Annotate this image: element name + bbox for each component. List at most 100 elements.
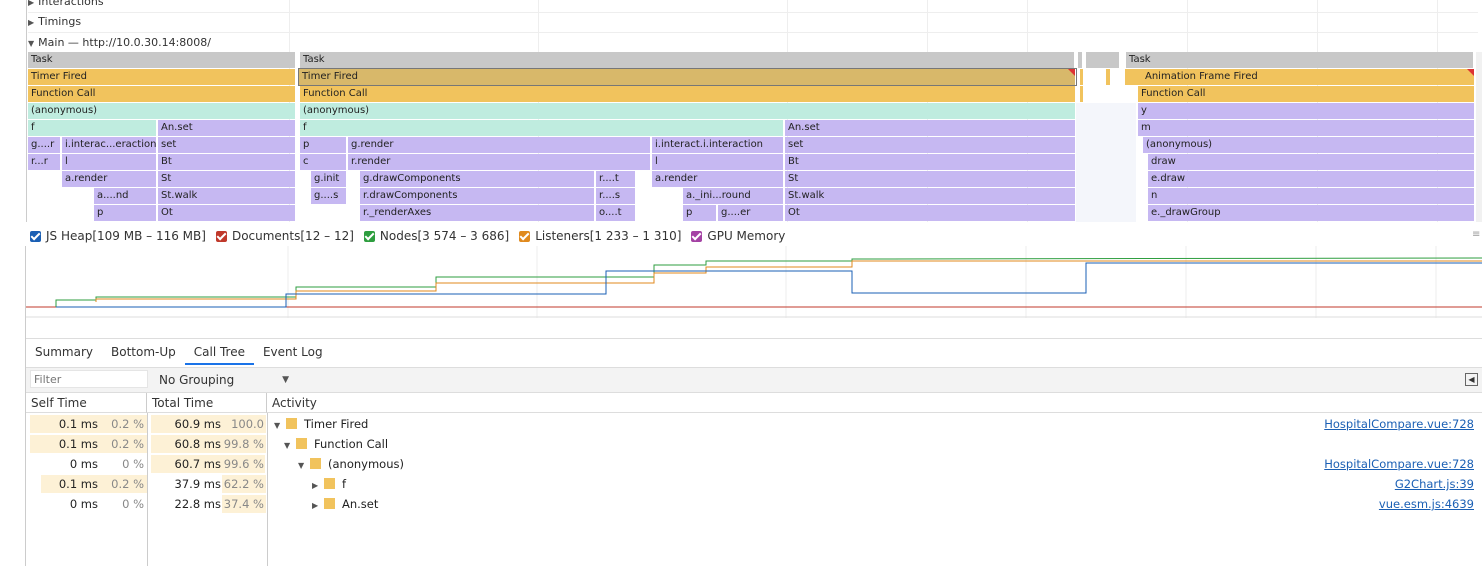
flame-event[interactable] [1080,86,1084,102]
menu-icon[interactable]: ≡ [1472,230,1482,240]
flame-function-call[interactable]: Function Call [28,86,296,102]
flame-call[interactable]: r.render [348,154,651,170]
flame-call[interactable]: r...r [28,154,61,170]
checkbox[interactable] [215,230,227,242]
checkbox[interactable] [691,230,703,242]
flame-call[interactable]: a.render [62,171,157,187]
flame-call[interactable]: r....s [596,188,636,204]
sidebar-toggle-icon[interactable]: ◀ [1465,373,1478,386]
flame-call[interactable]: set [785,137,1076,153]
flame-y[interactable]: y [1138,103,1475,119]
flame-anonymous[interactable]: (anonymous) [28,103,296,119]
track-timings[interactable]: ▶ Timings [28,12,1478,33]
checkbox[interactable] [363,230,375,242]
flame-call[interactable]: p [300,137,347,153]
flame-call[interactable]: St.walk [785,188,1076,204]
legend-js-heap[interactable]: JS Heap[109 MB – 116 MB] [30,229,206,243]
flame-call[interactable]: g....er [718,205,784,221]
flame-function-call[interactable]: Function Call [300,86,1076,102]
legend-gpu-memory[interactable]: GPU Memory [691,229,785,243]
source-link[interactable]: HospitalCompare.vue:728 [1324,455,1474,473]
flame-call[interactable]: g.init [311,171,347,187]
flame-call[interactable]: g....r [28,137,61,153]
flame-call[interactable]: n [1148,188,1475,204]
flame-call[interactable]: g....s [311,188,347,204]
flame-scrollbar[interactable] [1476,52,1482,222]
flame-call[interactable]: Bt [785,154,1076,170]
flame-call[interactable]: Bt [158,154,296,170]
flame-call[interactable]: p [94,205,157,221]
tab-bottom-up[interactable]: Bottom-Up [102,341,185,365]
flame-call[interactable]: g.drawComponents [360,171,595,187]
flame-call[interactable]: a.render [652,171,784,187]
flame-f[interactable]: f [28,120,157,136]
flame-m[interactable]: m [1138,120,1475,136]
flame-call[interactable]: a._ini...round [683,188,784,204]
tab-summary[interactable]: Summary [26,341,102,365]
flame-event[interactable] [1080,69,1084,85]
flame-call[interactable]: set [158,137,296,153]
flame-call[interactable]: i.interact.i.interaction [652,137,784,153]
track-main[interactable]: ▼ Main — http://10.0.30.14:8008/ [28,33,1478,53]
flame-call[interactable]: St [785,171,1076,187]
grouping-select[interactable]: No Grouping ▼ [159,368,289,392]
flame-call[interactable]: l [652,154,784,170]
flame-anset[interactable]: An.set [158,120,296,136]
checkbox[interactable] [519,230,531,242]
source-link[interactable]: G2Chart.js:39 [1395,475,1474,493]
legend-listeners[interactable]: Listeners[1 233 – 1 310] [519,229,681,243]
flame-chart[interactable]: Task Task Task Timer Fired Timer Fired A… [28,52,1478,222]
col-self-time[interactable]: Self Time [26,393,147,413]
source-link[interactable]: vue.esm.js:4639 [1379,495,1474,513]
flame-event[interactable] [1106,69,1111,85]
flame-task[interactable]: Task [1126,52,1474,68]
flame-call[interactable]: p [683,205,717,221]
flame-call[interactable]: Ot [158,205,296,221]
flame-call[interactable]: St [158,171,296,187]
tab-event-log[interactable]: Event Log [254,341,332,365]
flame-timer-fired-selected[interactable]: Timer Fired [298,68,1077,86]
flame-call[interactable]: e._drawGroup [1148,205,1475,221]
flame-call[interactable]: i.interac...eraction [62,137,157,153]
flame-task[interactable]: Task [300,52,1075,68]
flame-event[interactable]: Animation Frame Fired [1125,69,1475,85]
flame-task[interactable]: Task [28,52,296,68]
flame-anonymous[interactable]: (anonymous) [300,103,1076,119]
flame-call[interactable]: e.draw [1148,171,1475,187]
col-total-time[interactable]: Total Time [147,393,267,413]
checkbox[interactable] [30,230,41,242]
flame-anset[interactable]: An.set [785,120,1076,136]
flame-function-call[interactable]: Function Call [1138,86,1475,102]
flame-call[interactable]: a....nd [94,188,157,204]
expanded-arrow-icon[interactable]: ▼ [274,417,286,435]
expanded-arrow-icon[interactable]: ▼ [298,457,310,475]
flame-call[interactable]: c [300,154,347,170]
table-row[interactable]: 0 ms 0 % 22.8 ms 37.4 % ▶ An.set vue.esm.… [26,495,1482,515]
collapsed-arrow-icon[interactable]: ▶ [312,477,324,495]
legend-documents[interactable]: Documents[12 – 12] [215,229,354,243]
flame-f[interactable]: f [300,120,784,136]
flame-call[interactable]: draw [1148,154,1475,170]
legend-nodes[interactable]: Nodes[3 574 – 3 686] [363,229,509,243]
flame-timer-fired[interactable]: Timer Fired [28,69,296,85]
flame-call[interactable]: r.drawComponents [360,188,595,204]
flame-call[interactable]: St.walk [158,188,296,204]
flame-call[interactable]: r....t [596,171,636,187]
flame-call[interactable]: Ot [785,205,1076,221]
table-row[interactable]: 0 ms 0 % 60.7 ms 99.6 % ▼ (anonymous) Hos… [26,455,1482,475]
collapsed-arrow-icon[interactable]: ▶ [312,497,324,515]
source-link[interactable]: HospitalCompare.vue:728 [1324,415,1474,433]
expanded-arrow-icon[interactable]: ▼ [284,437,296,455]
flame-call[interactable]: o....t [596,205,636,221]
flame-call[interactable]: l [62,154,157,170]
flame-call[interactable]: (anonymous) [1143,137,1475,153]
table-row[interactable]: 0.1 ms 0.2 % 60.8 ms 99.8 % ▼ Function Ca… [26,435,1482,455]
flame-call[interactable]: g.render [348,137,651,153]
table-row[interactable]: 0.1 ms 0.2 % 60.9 ms 100.0 % ▼ Timer Fire… [26,415,1482,449]
filter-input[interactable] [30,370,148,388]
col-activity[interactable]: Activity [267,393,1482,413]
table-row[interactable]: 0.1 ms 0.2 % 37.9 ms 62.2 % ▶ f G2Chart.j… [26,475,1482,495]
flame-task[interactable] [1078,52,1083,68]
flame-task[interactable] [1086,52,1120,68]
flame-call[interactable]: r._renderAxes [360,205,595,221]
